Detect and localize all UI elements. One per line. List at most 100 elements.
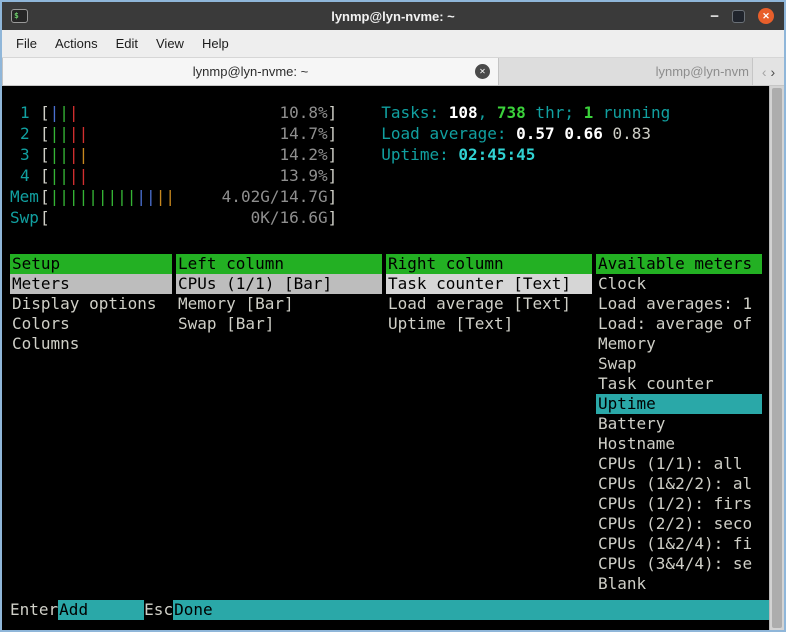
setup-item[interactable]: Task counter [Text] [386,274,592,294]
tab-1[interactable]: lynmp@lyn-nvm [499,58,752,85]
setup-item[interactable]: Clock [596,274,762,294]
setup-item[interactable]: Task counter [596,374,762,394]
terminal-icon: $ [11,9,28,23]
setup-item[interactable]: Meters [10,274,172,294]
meter-open-bracket: [ [40,102,50,123]
setup-item[interactable]: Load average [Text] [386,294,592,314]
tab-label: lynmp@lyn-nvme: ~ [193,64,308,79]
tab-scroll-left-icon[interactable]: ‹ [762,65,767,79]
setup-item[interactable]: Uptime [Text] [386,314,592,334]
terminal-scrollbar[interactable] [769,86,784,630]
meter-body: |||| 14.7% [50,123,328,144]
setup-column-header: Left column [176,254,382,274]
meter-caption: 1 [10,102,40,123]
tab-0[interactable]: lynmp@lyn-nvme: ~ ✕ [2,58,499,85]
window-title: lynmp@lyn-nvme: ~ [331,9,455,24]
setup-item[interactable]: Memory [Bar] [176,294,382,314]
meter-body: |||| 14.2% [50,144,328,165]
scrollbar-thumb[interactable] [772,88,782,628]
tab-bar: lynmp@lyn-nvme: ~ ✕ lynmp@lyn-nvm ‹ › [2,58,784,86]
setup-item[interactable]: Load averages: 1 [596,294,762,314]
meter-caption: 4 [10,165,40,186]
setup-column-1: Left columnCPUs (1/1) [Bar]Memory [Bar]S… [176,254,382,594]
function-label-add[interactable]: Add [58,600,144,620]
function-key-esc[interactable]: Esc [144,600,173,620]
meter-body: |||| 13.9% [50,165,328,186]
setup-item[interactable]: CPUs (1&2/2): al [596,474,762,494]
meter-value: 0K/16.6G [251,207,328,228]
meter-swp: Swp[0K/16.6G] [10,207,337,228]
tab-scroll-right-icon[interactable]: › [771,65,776,79]
setup-item[interactable]: Blank [596,574,762,594]
tab-scroll-buttons: ‹ › [752,58,784,85]
meter-mem: Mem[|||||||||||||4.02G/14.7G] [10,186,337,207]
setup-item[interactable]: CPUs (1/2): firs [596,494,762,514]
info-tasks: Tasks: 108, 738 thr; 1 running [381,102,670,123]
meter-3: 3[||||14.2%] [10,144,337,165]
tab-label: lynmp@lyn-nvm [656,64,749,79]
setup-item[interactable]: Memory [596,334,762,354]
close-button[interactable]: ✕ [758,8,774,24]
meter-body: |||||||||||||4.02G/14.7G [50,186,328,207]
htop-header: 1[|||10.8%]2[||||14.7%]3[||||14.2%]4[|||… [10,102,769,228]
setup-item[interactable]: Battery [596,414,762,434]
meter-bars: |||| [50,165,89,186]
setup-item[interactable]: CPUs (1/1): all [596,454,762,474]
meter-caption: Swp [10,207,40,228]
meter-value: 14.2% [279,144,327,165]
info-load-average: Load average: 0.57 0.66 0.83 [381,123,670,144]
meter-bars: ||| [50,102,79,123]
menu-edit[interactable]: Edit [107,32,147,55]
function-key-enter[interactable]: Enter [10,600,58,620]
meter-bars: |||| [50,144,89,165]
setup-item[interactable]: Swap [Bar] [176,314,382,334]
terminal-area: 1[|||10.8%]2[||||14.7%]3[||||14.2%]4[|||… [2,86,784,630]
setup-panels: SetupMetersDisplay optionsColorsColumnsL… [10,254,769,594]
setup-item[interactable]: Display options [10,294,172,314]
setup-item[interactable]: Colors [10,314,172,334]
meter-close-bracket: ] [328,186,338,207]
setup-item[interactable]: CPUs (1&2/4): fi [596,534,762,554]
setup-item[interactable]: Load: average of [596,314,762,334]
setup-column-header: Setup [10,254,172,274]
meter-open-bracket: [ [40,165,50,186]
setup-column-header: Right column [386,254,592,274]
setup-column-0: SetupMetersDisplay optionsColorsColumns [10,254,172,594]
maximize-button[interactable] [732,10,745,23]
menu-file[interactable]: File [7,32,46,55]
title-bar[interactable]: $ lynmp@lyn-nvme: ~ − ✕ [2,2,784,30]
tab-close-icon[interactable]: ✕ [475,64,490,79]
meter-bars: ||||||||||||| [50,186,175,207]
meter-open-bracket: [ [40,144,50,165]
htop-screen: 1[|||10.8%]2[||||14.7%]3[||||14.2%]4[|||… [2,86,769,630]
meter-close-bracket: ] [328,102,338,123]
setup-item[interactable]: CPUs (2/2): seco [596,514,762,534]
window-controls: − ✕ [710,8,774,24]
meter-open-bracket: [ [40,186,50,207]
function-label-done[interactable]: Done [173,600,769,620]
meter-value: 14.7% [279,123,327,144]
function-bar: EnterAddEscDone [10,600,769,620]
setup-item[interactable]: CPUs (3&4/4): se [596,554,762,574]
meter-4: 4[||||13.9%] [10,165,337,186]
meter-open-bracket: [ [40,123,50,144]
setup-item[interactable]: CPUs (1/1) [Bar] [176,274,382,294]
info-block: Tasks: 108, 738 thr; 1 runningLoad avera… [381,102,670,228]
meter-open-bracket: [ [40,207,50,228]
menu-bar: FileActionsEditViewHelp [2,30,784,58]
setup-column-3: Available metersClockLoad averages: 1Loa… [596,254,762,594]
menu-actions[interactable]: Actions [46,32,107,55]
meter-value: 13.9% [279,165,327,186]
meter-close-bracket: ] [328,123,338,144]
menu-help[interactable]: Help [193,32,238,55]
meter-bars: |||| [50,123,89,144]
blank-line [10,228,769,248]
meter-value: 10.8% [279,102,327,123]
meter-close-bracket: ] [328,207,338,228]
setup-item[interactable]: Hostname [596,434,762,454]
minimize-button[interactable]: − [710,9,719,24]
setup-item[interactable]: Columns [10,334,172,354]
setup-item[interactable]: Swap [596,354,762,374]
menu-view[interactable]: View [147,32,193,55]
setup-item[interactable]: Uptime [596,394,762,414]
